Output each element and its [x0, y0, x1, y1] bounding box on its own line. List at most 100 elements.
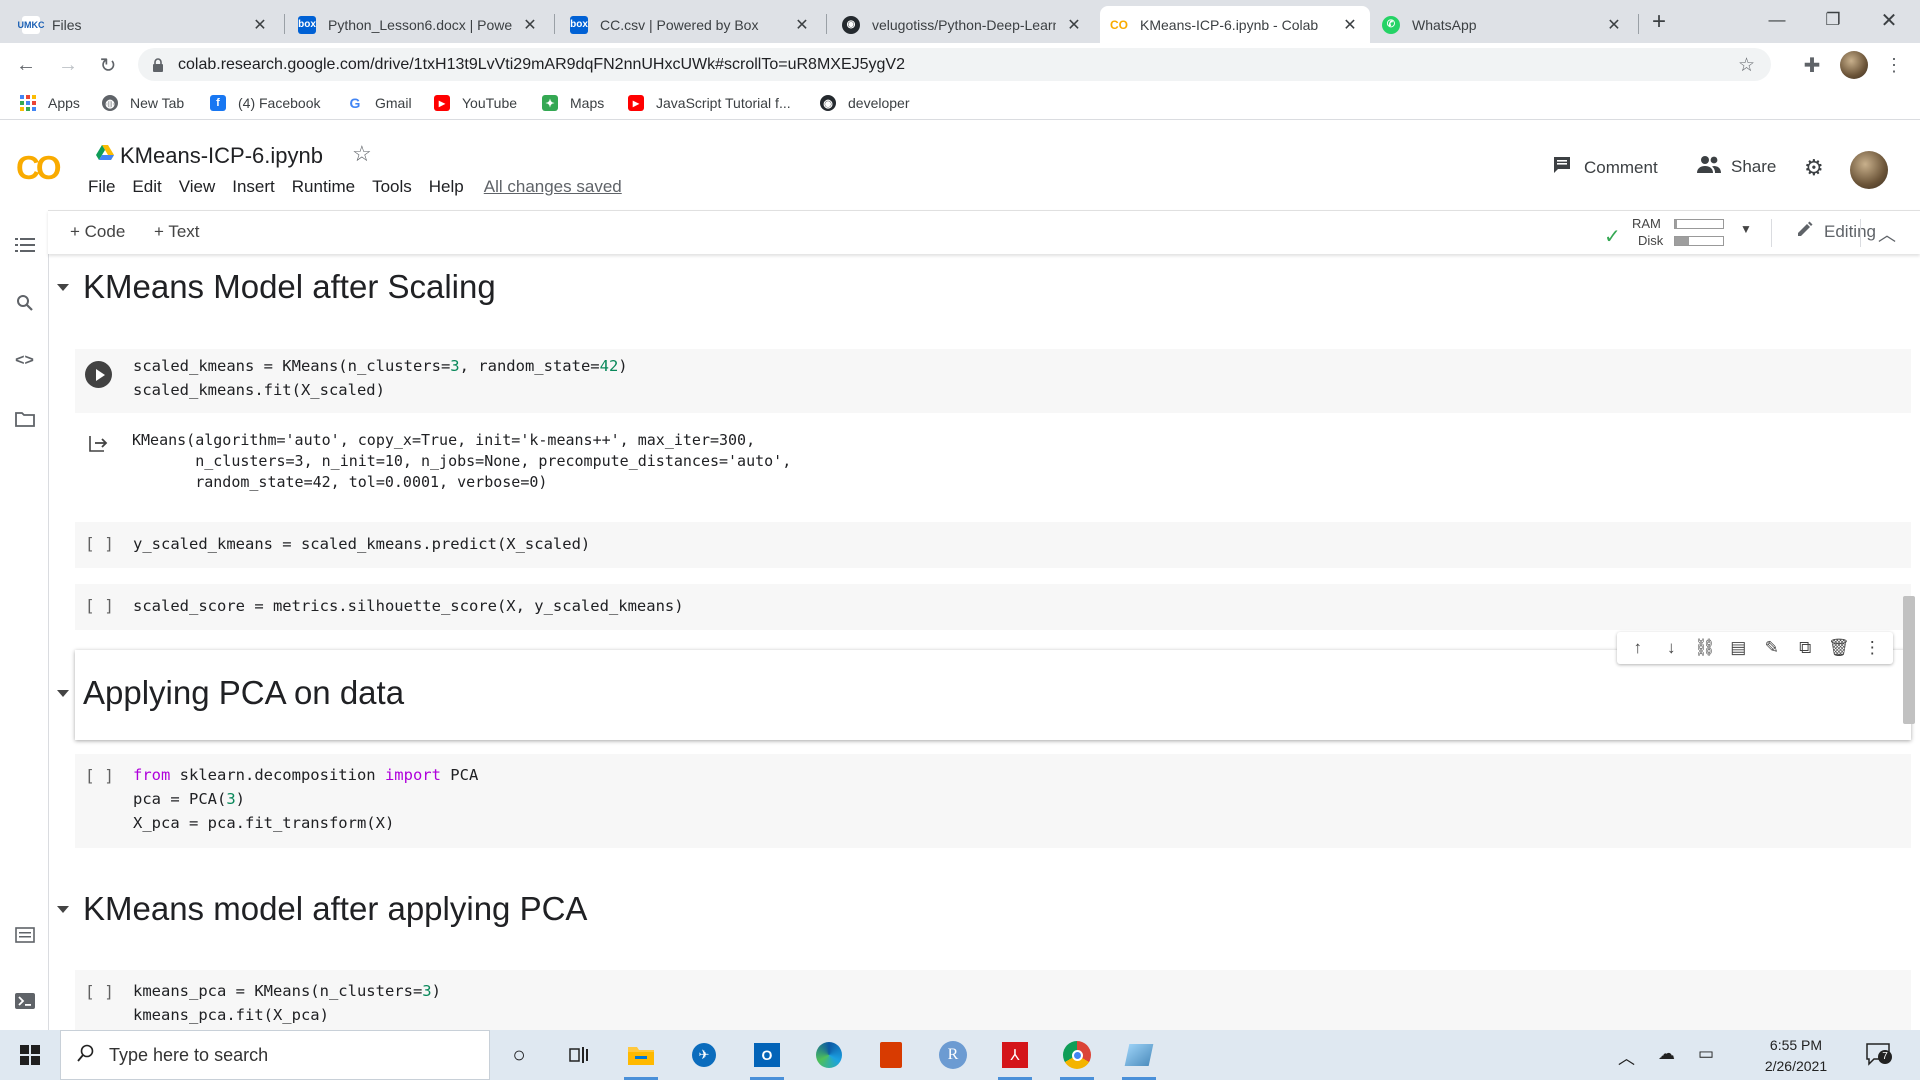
- cortana-icon[interactable]: ○: [498, 1035, 540, 1075]
- battery-icon[interactable]: ▭: [1698, 1044, 1714, 1064]
- code-cell[interactable]: [ ] from sklearn.decomposition import PC…: [75, 754, 1911, 848]
- code-cell[interactable]: scaled_kmeans = KMeans(n_clusters=3, ran…: [75, 349, 1911, 413]
- taskbar-search-box[interactable]: Type here to search: [60, 1030, 490, 1080]
- show-hidden-icons-chevron[interactable]: ︿: [1618, 1044, 1635, 1069]
- menu-insert[interactable]: Insert: [232, 177, 275, 197]
- mirror-cell-icon[interactable]: ⧉: [1793, 638, 1817, 658]
- tab-colab[interactable]: CO KMeans-ICP-6.ipynb - Colab ✕: [1100, 6, 1370, 43]
- r-app-icon[interactable]: R: [932, 1035, 974, 1075]
- menu-tools[interactable]: Tools: [372, 177, 412, 197]
- move-down-icon[interactable]: ↓: [1659, 638, 1683, 658]
- notebook-name[interactable]: KMeans-ICP-6.ipynb: [120, 143, 323, 169]
- windows-start-icon[interactable]: [0, 1030, 60, 1080]
- menu-edit[interactable]: Edit: [132, 177, 161, 197]
- file-explorer-icon[interactable]: [620, 1035, 662, 1080]
- bookmark-apps[interactable]: Apps: [20, 93, 80, 113]
- section-heading[interactable]: KMeans Model after Scaling: [57, 268, 496, 306]
- editing-mode-button[interactable]: Editing: [1796, 220, 1876, 243]
- share-button[interactable]: Share: [1697, 155, 1776, 178]
- code-cell[interactable]: [ ] scaled_score = metrics.silhouette_sc…: [75, 584, 1911, 630]
- tab-github[interactable]: ◉ velugotiss/Python-Deep-Learning ✕: [832, 6, 1094, 43]
- notifications-icon[interactable]: 7: [1866, 1042, 1894, 1068]
- output-options-icon[interactable]: [89, 434, 109, 456]
- menu-help[interactable]: Help: [429, 177, 464, 197]
- profile-avatar[interactable]: [1840, 51, 1868, 79]
- acrobat-icon[interactable]: ⅄: [994, 1035, 1036, 1080]
- google-drive-icon[interactable]: [96, 145, 114, 161]
- colab-logo[interactable]: CO: [16, 149, 61, 187]
- menu-view[interactable]: View: [179, 177, 216, 197]
- tab-whatsapp[interactable]: ✆ WhatsApp ✕: [1372, 6, 1634, 43]
- close-icon[interactable]: ✕: [1604, 15, 1624, 35]
- folder-icon[interactable]: [12, 406, 37, 431]
- cell-run-prompt[interactable]: [ ]: [85, 766, 114, 785]
- bookmark-developer[interactable]: ◉ developer: [820, 93, 910, 113]
- cell-run-prompt[interactable]: [ ]: [85, 982, 114, 1001]
- section-heading[interactable]: KMeans model after applying PCA: [57, 890, 587, 928]
- star-icon[interactable]: ☆: [352, 141, 372, 167]
- close-icon[interactable]: ✕: [792, 15, 812, 35]
- reload-icon[interactable]: ↻: [92, 49, 124, 81]
- restore-icon[interactable]: ❐: [1810, 0, 1856, 40]
- edge-icon[interactable]: [808, 1035, 850, 1075]
- terminal-icon[interactable]: [12, 988, 37, 1013]
- tab-python-lesson[interactable]: box Python_Lesson6.docx | Powered by Box…: [288, 6, 550, 43]
- scrollbar-thumb[interactable]: [1903, 596, 1915, 724]
- settings-gear-icon[interactable]: ⚙: [1804, 155, 1824, 181]
- system-clock[interactable]: 6:55 PM 2/26/2021: [1746, 1035, 1846, 1077]
- cell-run-prompt[interactable]: [ ]: [85, 534, 114, 553]
- bookmark-gmail[interactable]: G Gmail: [347, 93, 412, 113]
- bookmark-facebook[interactable]: f (4) Facebook: [210, 93, 320, 113]
- outlook-icon[interactable]: O: [746, 1035, 788, 1080]
- save-status[interactable]: All changes saved: [484, 177, 622, 197]
- resources-indicator[interactable]: ✓ RAM Disk ▼: [1604, 216, 1754, 250]
- extensions-icon[interactable]: ✚: [1796, 49, 1828, 81]
- close-icon[interactable]: ✕: [1340, 15, 1360, 35]
- add-text-button[interactable]: + Text: [154, 222, 200, 242]
- table-of-contents-icon[interactable]: [12, 232, 37, 257]
- add-code-button[interactable]: + Code: [70, 222, 125, 242]
- comment-icon[interactable]: ▤: [1726, 638, 1750, 658]
- back-icon[interactable]: ←: [10, 49, 42, 81]
- tab-files[interactable]: UMKC Files ✕: [12, 6, 280, 43]
- feedback-hub-icon[interactable]: ✈: [683, 1035, 725, 1075]
- command-palette-icon[interactable]: [12, 922, 37, 947]
- window-close-icon[interactable]: ✕: [1866, 0, 1912, 40]
- comment-button[interactable]: Comment: [1552, 155, 1658, 180]
- close-icon[interactable]: ✕: [520, 15, 540, 35]
- section-heading[interactable]: Applying PCA on data: [57, 674, 404, 712]
- menu-runtime[interactable]: Runtime: [292, 177, 355, 197]
- bookmark-star-icon[interactable]: ☆: [1738, 54, 1755, 77]
- minimize-icon[interactable]: —: [1754, 0, 1800, 40]
- delete-icon[interactable]: 🗑: [1827, 638, 1851, 658]
- task-view-icon[interactable]: [558, 1035, 600, 1075]
- more-vert-icon[interactable]: ⋮: [1860, 638, 1884, 658]
- snipping-tool-icon[interactable]: [1118, 1035, 1160, 1080]
- chrome-icon[interactable]: [1056, 1035, 1098, 1080]
- onedrive-cloud-icon[interactable]: ☁: [1658, 1044, 1675, 1064]
- code-snippets-icon[interactable]: <>: [12, 348, 37, 373]
- new-tab-button[interactable]: +: [1652, 8, 1666, 36]
- collapse-caret-icon[interactable]: [57, 283, 69, 291]
- bookmark-maps[interactable]: ✦ Maps: [542, 93, 604, 113]
- move-up-icon[interactable]: ↑: [1626, 638, 1650, 658]
- close-icon[interactable]: ✕: [1064, 15, 1084, 35]
- close-icon[interactable]: ✕: [250, 15, 270, 35]
- cell-run-prompt[interactable]: [ ]: [85, 596, 114, 615]
- bookmark-new-tab[interactable]: ◍ New Tab: [102, 93, 184, 113]
- dropdown-arrow-icon[interactable]: ▼: [1740, 222, 1752, 236]
- collapse-caret-icon[interactable]: [57, 905, 69, 913]
- forward-icon[interactable]: →: [52, 49, 84, 81]
- address-bar[interactable]: colab.research.google.com/drive/1txH13t9…: [138, 48, 1771, 81]
- code-cell[interactable]: [ ] kmeans_pca = KMeans(n_clusters=3) km…: [75, 970, 1911, 1030]
- menu-file[interactable]: File: [88, 177, 115, 197]
- collapse-header-icon[interactable]: ︿: [1878, 221, 1896, 247]
- link-icon[interactable]: ⛓: [1693, 638, 1717, 658]
- more-vert-icon[interactable]: ⋮: [1878, 49, 1910, 81]
- bookmark-youtube[interactable]: ▶ YouTube: [434, 93, 517, 113]
- office-icon[interactable]: [870, 1035, 912, 1075]
- code-cell[interactable]: [ ] y_scaled_kmeans = scaled_kmeans.pred…: [75, 522, 1911, 568]
- collapse-caret-icon[interactable]: [57, 689, 69, 697]
- search-icon[interactable]: [12, 290, 37, 315]
- edit-pencil-icon[interactable]: ✎: [1760, 638, 1784, 658]
